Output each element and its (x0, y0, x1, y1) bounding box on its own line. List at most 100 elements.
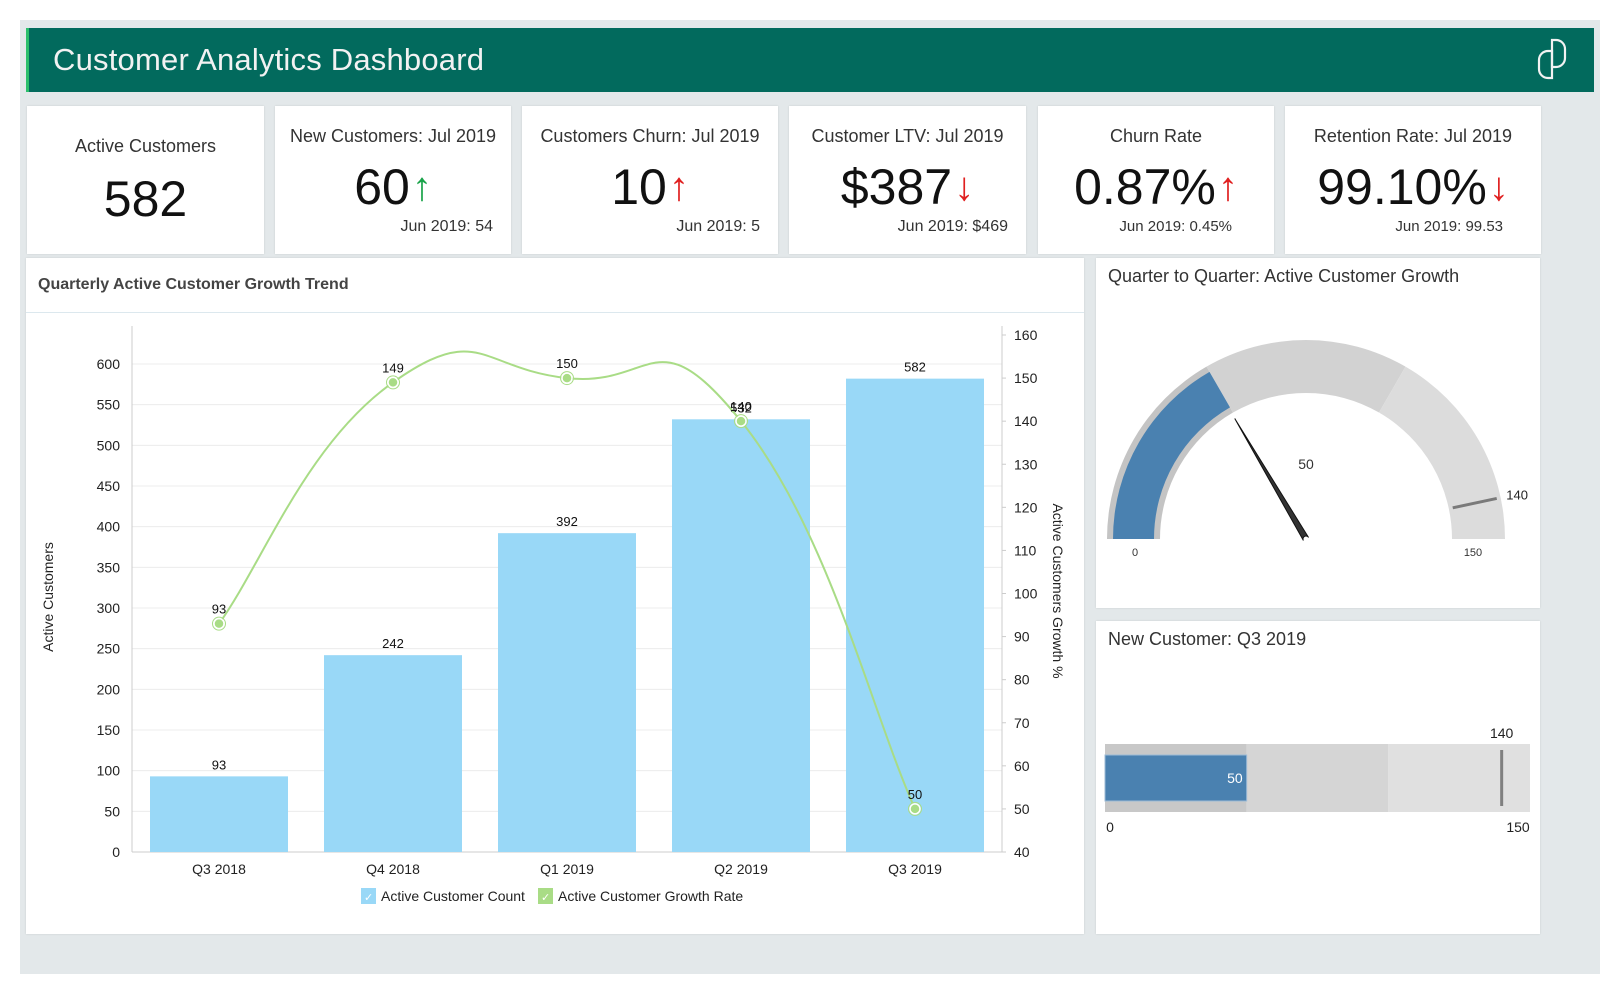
kpi-card-active-customers[interactable]: Active Customers 582 (27, 106, 264, 254)
gauge-panel: Quarter to Quarter: Active Customer Grow… (1096, 258, 1540, 608)
y-tick-label: 150 (97, 722, 121, 738)
y-tick-label: 450 (97, 478, 121, 494)
y-axis-title: Active Customers (40, 542, 56, 652)
legend-label: Active Customer Growth Rate (558, 888, 743, 904)
kpi-card-churn-rate[interactable]: Churn Rate 0.87%↑ Jun 2019: 0.45% (1038, 106, 1274, 254)
x-tick-label: Q3 2019 (888, 861, 942, 877)
kpi-card-new-customers[interactable]: New Customers: Jul 2019 60↑ Jun 2019: 54 (275, 106, 511, 254)
line-point (735, 415, 747, 427)
chart-legend: ✓ Active Customer Count ✓ Active Customer G… (361, 888, 743, 904)
gauge-needle (1234, 418, 1310, 541)
y-tick-label: 0 (112, 844, 120, 860)
brand-logo-icon[interactable] (1536, 38, 1568, 80)
bullet-min-label: 0 (1106, 819, 1114, 835)
bar (498, 533, 636, 852)
arrow-down-icon: ↓ (1488, 165, 1509, 209)
bar (846, 378, 984, 852)
line-data-label: 93 (212, 602, 226, 617)
bar (324, 655, 462, 852)
line-point (909, 803, 921, 815)
y2-tick-label: 100 (1014, 586, 1038, 602)
kpi-previous: Jun 2019: 0.45% (1119, 218, 1232, 235)
kpi-previous: Jun 2019: 54 (400, 218, 493, 235)
bullet-chart: 50 140 0 150 (1104, 725, 1530, 835)
kpi-value: 60↑ (354, 159, 432, 215)
kpi-value: 582 (103, 171, 188, 227)
line-data-label: 150 (556, 356, 578, 371)
arrow-up-icon: ↑ (1217, 165, 1238, 209)
y-tick-label: 50 (104, 803, 120, 819)
y-tick-label: 550 (97, 397, 121, 413)
y-tick-label: 250 (97, 641, 121, 657)
bar-data-label: 242 (382, 636, 404, 651)
y-tick-label: 300 (97, 600, 121, 616)
legend-check-icon: ✓ (541, 892, 550, 904)
bullet-max-label: 150 (1506, 819, 1530, 835)
x-tick-label: Q2 2019 (714, 861, 768, 877)
y-tick-label: 100 (97, 763, 121, 779)
trend-chart-panel: Quarterly Active Customer Growth Trend 0… (26, 258, 1084, 934)
bullet-value-label: 50 (1227, 770, 1243, 786)
y2-tick-label: 120 (1014, 499, 1038, 515)
arrow-up-icon: ↑ (411, 165, 432, 209)
y-tick-label: 400 (97, 519, 121, 535)
kpi-previous: Jun 2019: $469 (897, 218, 1008, 235)
kpi-value: 10↑ (611, 159, 689, 215)
arrow-down-icon: ↓ (954, 165, 975, 209)
dashboard-header: Customer Analytics Dashboard (26, 28, 1594, 92)
x-tick-label: Q1 2019 (540, 861, 594, 877)
y2-tick-label: 50 (1014, 801, 1030, 817)
kpi-title: Retention Rate: Jul 2019 (1313, 126, 1513, 146)
gauge-band (1206, 340, 1406, 413)
bullet-band (1246, 744, 1389, 812)
gauge-target-label: 140 (1506, 487, 1528, 502)
bar-data-label: 392 (556, 514, 578, 529)
x-tick-label: Q4 2018 (366, 861, 420, 877)
y2-tick-label: 40 (1014, 844, 1030, 860)
y-tick-label: 600 (97, 356, 121, 372)
gauge-chart: 140 50 0 150 (1107, 340, 1528, 559)
kpi-previous: Jun 2019: 99.53 (1395, 218, 1503, 235)
kpi-value: 0.87%↑ (1074, 159, 1238, 215)
bar (150, 776, 288, 852)
kpi-title: Customer LTV: Jul 2019 (811, 126, 1004, 146)
line-point (387, 376, 399, 389)
kpi-title: Customers Churn: Jul 2019 (540, 126, 760, 146)
kpi-value: 99.10%↓ (1317, 159, 1509, 215)
y-tick-label: 350 (97, 559, 121, 575)
y2-tick-label: 90 (1014, 629, 1030, 645)
dashboard-title: Customer Analytics Dashboard (53, 42, 485, 77)
y-tick-label: 200 (97, 681, 121, 697)
y2-tick-label: 140 (1014, 413, 1038, 429)
legend-check-icon: ✓ (364, 892, 373, 904)
bullet-value-bar (1104, 754, 1248, 802)
kpi-previous: Jun 2019: 5 (676, 218, 760, 235)
y2-tick-label: 160 (1014, 327, 1038, 343)
line-point (213, 617, 225, 630)
arrow-up-icon: ↑ (668, 165, 689, 209)
kpi-card-customers-churn[interactable]: Customers Churn: Jul 2019 10↑ Jun 2019: … (522, 106, 778, 254)
gauge-value-label: 50 (1298, 456, 1314, 472)
y2-tick-label: 110 (1014, 542, 1037, 558)
gauge-band (1379, 366, 1505, 539)
bar-data-label: 582 (904, 360, 926, 375)
y2-tick-label: 130 (1014, 456, 1038, 472)
kpi-title: Active Customers (74, 136, 217, 156)
kpi-title: New Customers: Jul 2019 (289, 126, 497, 146)
bullet-target-label: 140 (1490, 725, 1514, 741)
bullet-panel: New Customer: Q3 2019 50 140 0 150 (1096, 621, 1540, 934)
trend-chart: 0 50 100 150 200 250 300 350 400 450 500 550 600 40 50… (40, 326, 1066, 904)
gauge-min-label: 0 (1132, 547, 1138, 559)
x-tick-label: Q3 2018 (192, 861, 246, 877)
y-tick-label: 500 (97, 437, 121, 453)
line-point (561, 372, 573, 384)
y2-tick-label: 150 (1014, 370, 1038, 386)
kpi-card-retention-rate[interactable]: Retention Rate: Jul 2019 99.10%↓ Jun 201… (1285, 106, 1541, 254)
kpi-title: Churn Rate (1109, 126, 1203, 146)
line-data-label: 149 (382, 360, 404, 375)
legend-label: Active Customer Count (381, 888, 525, 904)
kpi-value: $387↓ (840, 159, 975, 215)
kpi-card-customer-ltv[interactable]: Customer LTV: Jul 2019 $387↓ Jun 2019: $… (789, 106, 1026, 254)
gauge-max-label: 150 (1464, 547, 1482, 559)
y2-tick-label: 60 (1014, 758, 1030, 774)
